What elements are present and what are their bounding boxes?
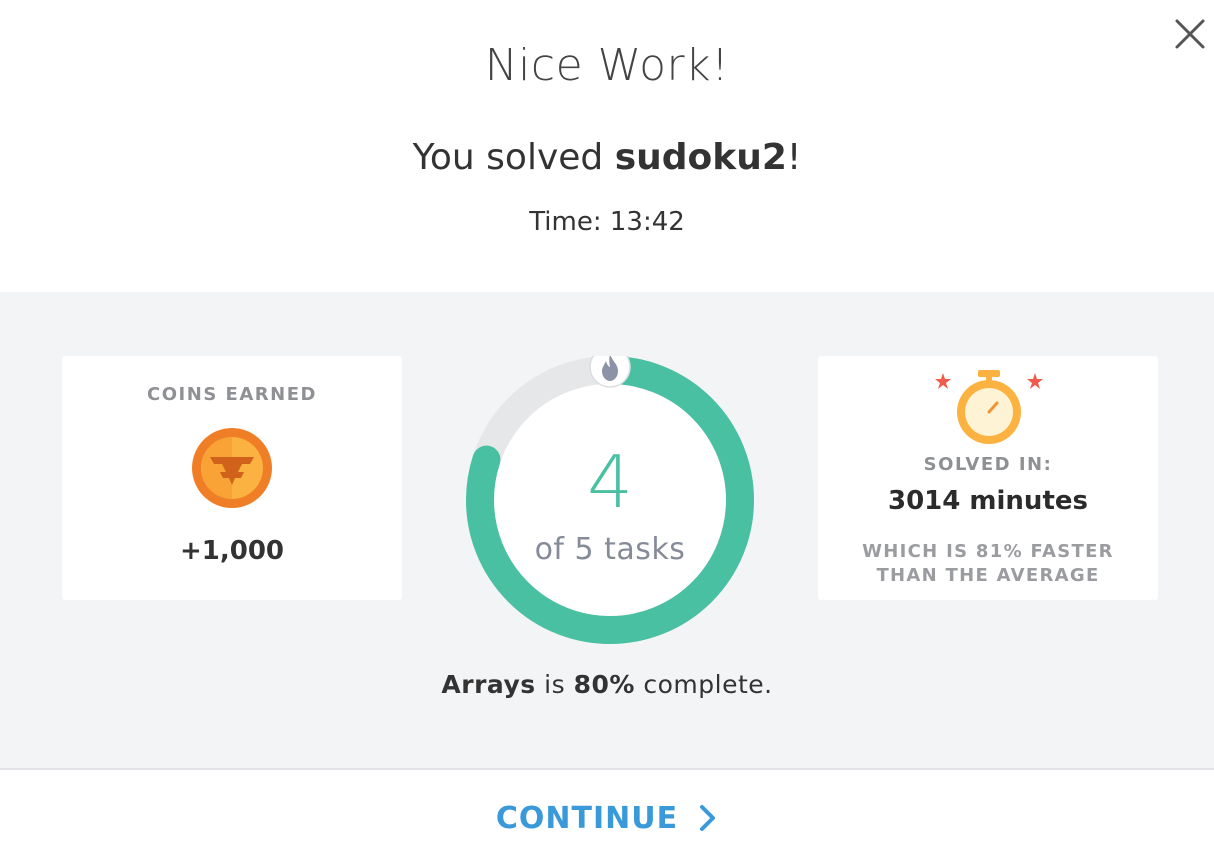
solved-suffix: !: [786, 137, 802, 178]
time-value: 13:42: [609, 207, 685, 237]
time-label: Time:: [529, 207, 610, 237]
tasks-completed: 4: [587, 440, 633, 524]
topic-percent: 80%: [573, 670, 635, 699]
coin-icon: [192, 428, 272, 508]
continue-label: CONTINUE: [495, 800, 679, 836]
comparison-line-2: THAN THE AVERAGE: [876, 565, 1100, 586]
time-readout: Time: 13:42: [0, 207, 1214, 237]
solved-caption: SOLVED IN:: [923, 454, 1053, 475]
stopwatch-icon: [935, 370, 1043, 444]
topic-mid-text: is: [535, 670, 574, 699]
coins-value: +1,000: [179, 536, 285, 566]
speed-comparison: WHICH IS 81% FASTER THAN THE AVERAGE: [838, 540, 1138, 588]
topic-end-text: complete.: [634, 670, 773, 699]
topic-progress: Arrays is 80% complete.: [0, 670, 1214, 699]
footer-divider: [0, 768, 1214, 770]
solved-message: You solved sudoku2!: [0, 137, 1214, 178]
dialog-title: Nice Work!: [484, 40, 730, 91]
solved-card: SOLVED IN: 3014 minutes WHICH IS 81% FAS…: [818, 356, 1158, 600]
tasks-total-label: of 5 tasks: [534, 532, 686, 567]
coins-card: COINS EARNED +1,000: [62, 356, 402, 600]
solved-value: 3014 minutes: [888, 486, 1088, 516]
continue-button[interactable]: CONTINUE: [487, 796, 727, 840]
comparison-line-1: WHICH IS 81% FASTER: [862, 541, 1114, 562]
solved-prefix: You solved: [412, 137, 615, 178]
coins-caption: COINS EARNED: [147, 384, 317, 405]
topic-name: Arrays: [441, 670, 536, 699]
chevron-right-icon: [700, 805, 716, 831]
puzzle-name: sudoku2: [614, 137, 787, 178]
